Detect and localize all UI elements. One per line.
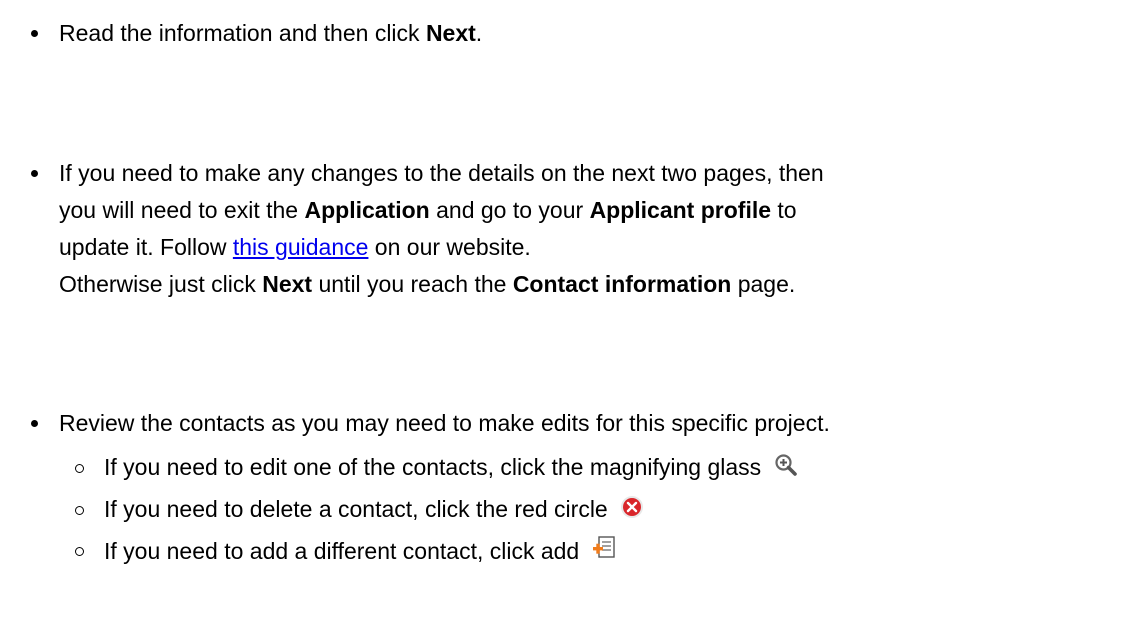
sub-item-line: If you need to delete a contact, click t… (104, 494, 644, 526)
bold-applicant-profile: Applicant profile (589, 197, 772, 223)
sub-item-text: If you need to edit one of the contacts,… (104, 454, 762, 480)
sub-item-text: If you need to add a different contact, … (104, 538, 580, 564)
bullet-line: Review the contacts as you may need to m… (59, 408, 830, 438)
bold-contact-information: Contact information (512, 271, 732, 297)
bullet-dot (31, 420, 38, 427)
text-segment: you will need to exit the (59, 197, 305, 223)
text-segment: on our website. (368, 234, 531, 260)
bullet-dot (31, 30, 38, 37)
bullet-line: you will need to exit the Application an… (59, 195, 797, 225)
sub-bullet-circle (75, 464, 84, 473)
text-segment: Otherwise just click (59, 271, 263, 297)
magnifying-glass-icon (774, 453, 798, 484)
sub-item-line: If you need to edit one of the contacts,… (104, 452, 798, 484)
bold-application: Application (304, 197, 430, 223)
sub-item-text: If you need to delete a contact, click t… (104, 496, 608, 522)
sub-bullet-circle (75, 547, 84, 556)
sub-item-line: If you need to add a different contact, … (104, 535, 616, 568)
instructions-document: Read the information and then click Next… (0, 0, 1133, 618)
text-segment: page. (731, 271, 796, 297)
text-segment: If you need to make any changes to the d… (59, 160, 824, 186)
text-segment: . (475, 20, 483, 46)
bold-next: Next (425, 20, 476, 46)
text-segment: Review the contacts as you may need to m… (59, 410, 830, 436)
bullet-line: Otherwise just click Next until you reac… (59, 269, 795, 299)
guidance-link[interactable]: this guidance (233, 234, 369, 260)
red-circle-x-icon (620, 495, 644, 526)
text-segment: until you reach the (312, 271, 513, 297)
sub-bullet-circle (75, 506, 84, 515)
bold-next: Next (262, 271, 313, 297)
text-segment: update it. Follow (59, 234, 233, 260)
bullet-line: If you need to make any changes to the d… (59, 158, 824, 188)
bullet-line: update it. Follow this guidance on our w… (59, 232, 531, 262)
bullet-dot (31, 170, 38, 177)
bullet-line: Read the information and then click Next… (59, 18, 482, 48)
text-segment: Read the information and then click (59, 20, 426, 46)
add-document-icon (592, 535, 616, 568)
text-segment: to (771, 197, 797, 223)
text-segment: and go to your (429, 197, 590, 223)
